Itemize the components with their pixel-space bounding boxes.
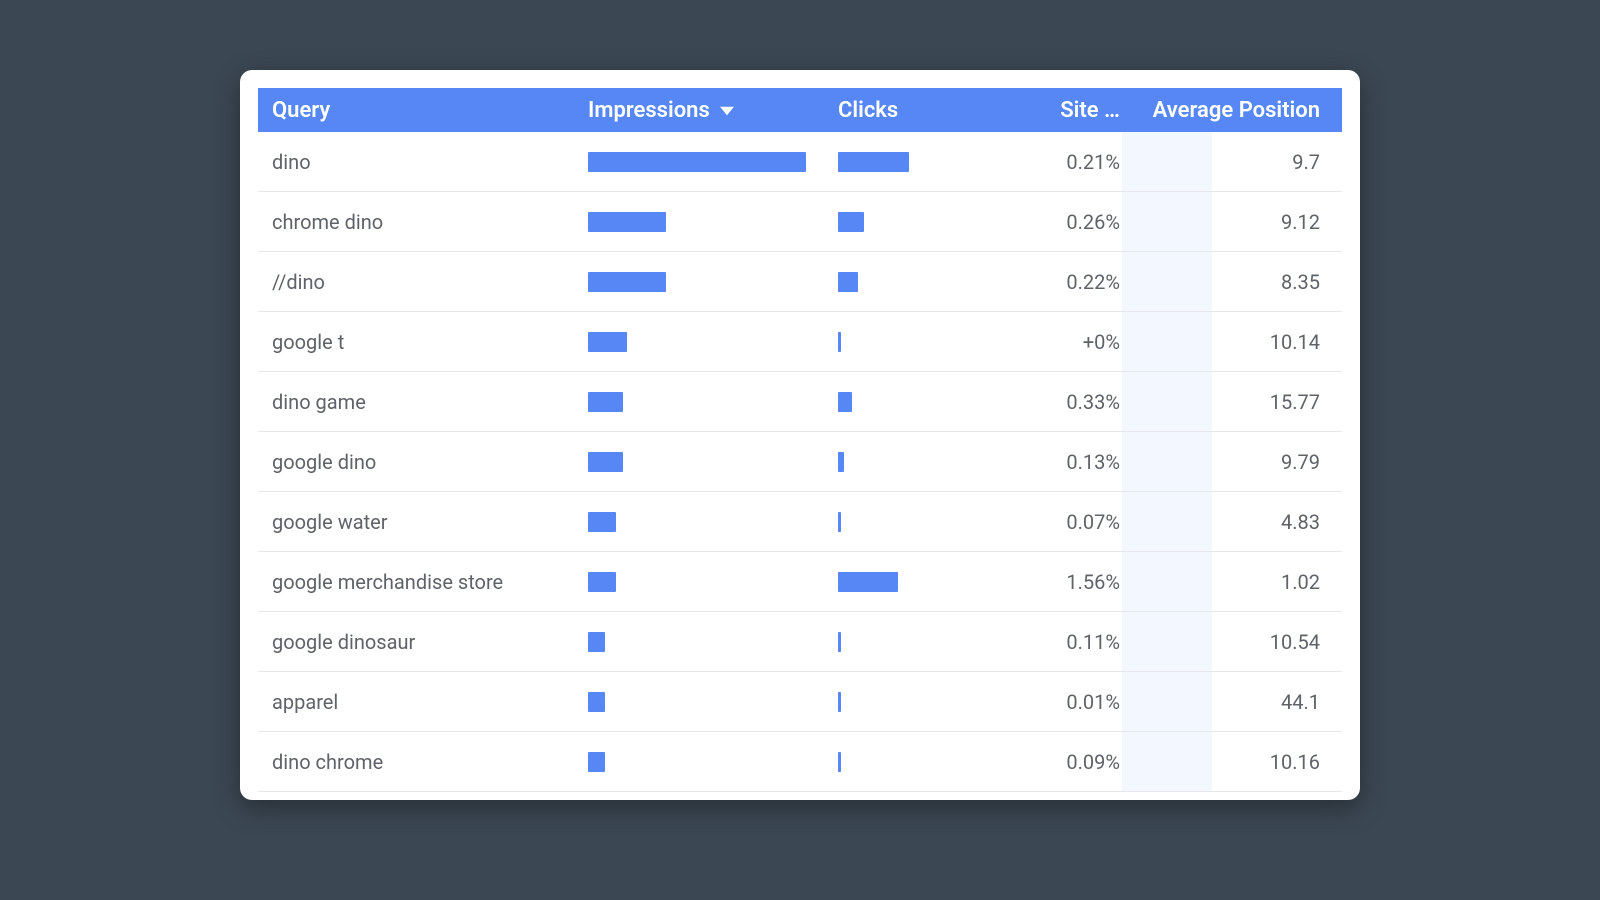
cell-avg-position: 9.12 — [1138, 210, 1342, 234]
impressions-bar — [588, 212, 666, 232]
cell-clicks — [838, 152, 998, 172]
impressions-bar — [588, 392, 623, 412]
clicks-bar — [838, 392, 852, 412]
table-row[interactable]: google dino 0.13%9.79 — [258, 432, 1342, 492]
cell-impressions — [588, 392, 838, 412]
impressions-bar — [588, 512, 616, 532]
table-row[interactable]: google water 0.07%4.83 — [258, 492, 1342, 552]
column-header-impressions[interactable]: Impressions — [588, 98, 838, 123]
sort-desc-icon — [720, 102, 734, 118]
column-header-query[interactable]: Query — [258, 98, 588, 123]
table-row[interactable]: chrome dino 0.26%9.12 — [258, 192, 1342, 252]
cell-site: 0.26% — [998, 210, 1138, 234]
clicks-bar — [838, 572, 898, 592]
cell-query: google merchandise store — [258, 570, 588, 594]
cell-query: google water — [258, 510, 588, 534]
cell-avg-position: 15.77 — [1138, 390, 1342, 414]
cell-clicks — [838, 272, 998, 292]
cell-avg-position: 10.14 — [1138, 330, 1342, 354]
queries-card: Query Impressions Clicks Site … Average … — [240, 70, 1360, 800]
column-header-impressions-label: Impressions — [588, 98, 710, 123]
column-header-clicks[interactable]: Clicks — [838, 98, 998, 123]
clicks-bar — [838, 692, 841, 712]
cell-clicks — [838, 752, 998, 772]
clicks-bar — [838, 272, 858, 292]
cell-impressions — [588, 272, 838, 292]
cell-avg-position: 9.79 — [1138, 450, 1342, 474]
cell-impressions — [588, 632, 838, 652]
cell-site: 0.01% — [998, 690, 1138, 714]
cell-site: 0.22% — [998, 270, 1138, 294]
cell-clicks — [838, 572, 998, 592]
cell-clicks — [838, 212, 998, 232]
cell-query: dino game — [258, 390, 588, 414]
cell-avg-position: 1.02 — [1138, 570, 1342, 594]
cell-avg-position: 44.1 — [1138, 690, 1342, 714]
cell-impressions — [588, 512, 838, 532]
cell-site: 0.07% — [998, 510, 1138, 534]
table-body: dino 0.21%9.7 chrome dino 0.26%9.12 //dino 0.… — [258, 132, 1342, 792]
clicks-bar — [838, 212, 864, 232]
cell-site: 0.13% — [998, 450, 1138, 474]
table-row[interactable]: dino game 0.33%15.77 — [258, 372, 1342, 432]
impressions-bar — [588, 452, 623, 472]
cell-query: google dino — [258, 450, 588, 474]
cell-clicks — [838, 332, 998, 352]
impressions-bar — [588, 272, 666, 292]
column-header-site[interactable]: Site … — [998, 98, 1138, 123]
table-row[interactable]: dino 0.21%9.7 — [258, 132, 1342, 192]
cell-query: //dino — [258, 270, 588, 294]
cell-avg-position: 4.83 — [1138, 510, 1342, 534]
cell-site: 0.21% — [998, 150, 1138, 174]
cell-impressions — [588, 572, 838, 592]
table-row[interactable]: google t +0%10.14 — [258, 312, 1342, 372]
column-header-avg-position[interactable]: Average Position — [1138, 98, 1342, 123]
impressions-bar — [588, 152, 806, 172]
clicks-bar — [838, 752, 841, 772]
cell-impressions — [588, 452, 838, 472]
clicks-bar — [838, 632, 841, 652]
table-row[interactable]: google dinosaur 0.11%10.54 — [258, 612, 1342, 672]
cell-impressions — [588, 212, 838, 232]
cell-site: 0.33% — [998, 390, 1138, 414]
cell-query: google dinosaur — [258, 630, 588, 654]
cell-clicks — [838, 452, 998, 472]
table-row[interactable]: dino chrome 0.09%10.16 — [258, 732, 1342, 792]
impressions-bar — [588, 572, 616, 592]
clicks-bar — [838, 152, 909, 172]
cell-avg-position: 10.16 — [1138, 750, 1342, 774]
cell-avg-position: 9.7 — [1138, 150, 1342, 174]
cell-impressions — [588, 152, 838, 172]
cell-site: 0.11% — [998, 630, 1138, 654]
cell-avg-position: 10.54 — [1138, 630, 1342, 654]
cell-query: dino — [258, 150, 588, 174]
cell-query: google t — [258, 330, 588, 354]
cell-avg-position: 8.35 — [1138, 270, 1342, 294]
cell-clicks — [838, 512, 998, 532]
cell-query: chrome dino — [258, 210, 588, 234]
cell-impressions — [588, 692, 838, 712]
impressions-bar — [588, 632, 605, 652]
cell-query: dino chrome — [258, 750, 588, 774]
cell-site: 1.56% — [998, 570, 1138, 594]
table-row[interactable]: apparel 0.01%44.1 — [258, 672, 1342, 732]
cell-site: +0% — [998, 330, 1138, 354]
cell-clicks — [838, 692, 998, 712]
cell-impressions — [588, 752, 838, 772]
cell-query: apparel — [258, 690, 588, 714]
cell-site: 0.09% — [998, 750, 1138, 774]
clicks-bar — [838, 512, 841, 532]
impressions-bar — [588, 692, 605, 712]
cell-impressions — [588, 332, 838, 352]
table-header-row: Query Impressions Clicks Site … Average … — [258, 88, 1342, 132]
clicks-bar — [838, 452, 844, 472]
impressions-bar — [588, 332, 627, 352]
impressions-bar — [588, 752, 605, 772]
clicks-bar — [838, 332, 841, 352]
cell-clicks — [838, 632, 998, 652]
cell-clicks — [838, 392, 998, 412]
table-row[interactable]: //dino 0.22%8.35 — [258, 252, 1342, 312]
table-row[interactable]: google merchandise store 1.56%1.02 — [258, 552, 1342, 612]
